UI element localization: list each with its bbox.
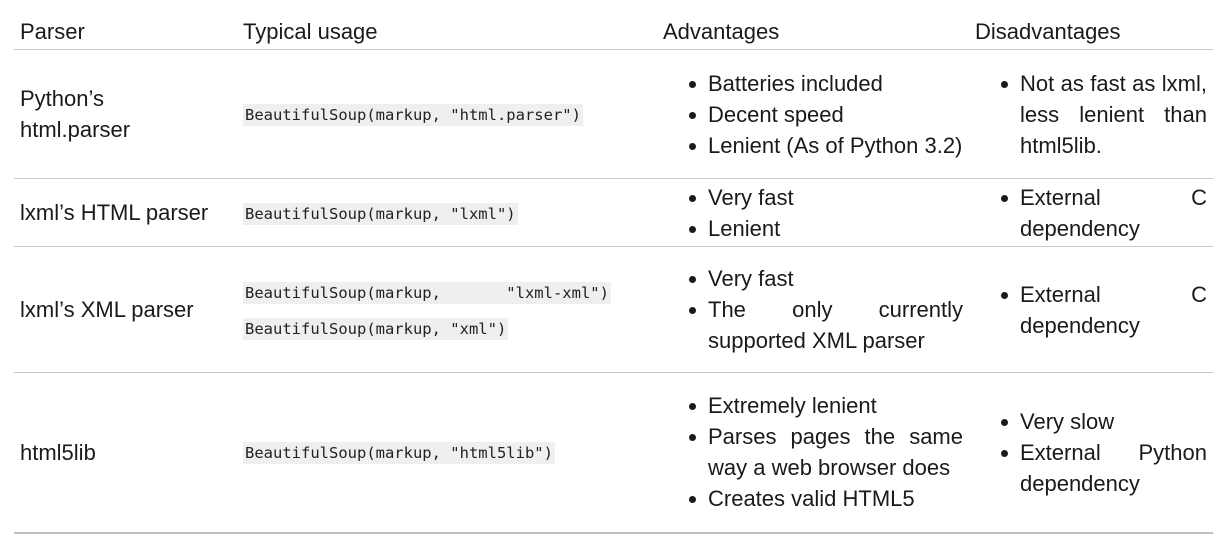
usage-code: BeautifulSoup(markup, "xml") — [243, 317, 509, 340]
disadvantages-list: External C dependency — [975, 279, 1207, 341]
advantages-cell: Very fast Lenient — [657, 178, 969, 247]
header-disadvantages: Disadvantages — [969, 13, 1213, 50]
table-row: lxml’s XML parser BeautifulSoup(markup, … — [14, 246, 1213, 373]
list-item: External Python dependency — [1001, 437, 1207, 499]
header-typical-usage: Typical usage — [237, 13, 657, 50]
advantages-list: Batteries included Decent speed Lenient … — [663, 68, 963, 161]
list-item: Not as fast as lxml, less lenient than h… — [1001, 68, 1207, 161]
usage-code: BeautifulSoup(markup, "lxml") — [243, 202, 518, 225]
usage-code: BeautifulSoup(markup, "html.parser") — [243, 104, 583, 126]
list-item: Creates valid HTML5 — [689, 483, 963, 514]
usage-cell: BeautifulSoup(markup, "lxml-xml") Beauti… — [237, 246, 657, 373]
list-item: Extremely lenient — [689, 390, 963, 421]
list-item: Lenient (As of Python 3.2) — [689, 130, 963, 161]
usage-cell: BeautifulSoup(markup, "html5lib") — [237, 372, 657, 534]
advantages-cell: Batteries included Decent speed Lenient … — [657, 49, 969, 179]
usage-code: BeautifulSoup(markup, "lxml-xml") — [243, 281, 611, 304]
table-row: Python’s html.parser BeautifulSoup(marku… — [14, 49, 1213, 179]
list-item: External C dependency — [1001, 182, 1207, 244]
usage-code: BeautifulSoup(markup, "html5lib") — [243, 442, 555, 465]
page: Parser Typical usage Advantages Disadvan… — [0, 0, 1222, 547]
advantages-list: Very fast Lenient — [663, 182, 963, 244]
list-item: Very fast — [689, 182, 963, 213]
advantages-list: Very fast The only currently supported X… — [663, 263, 963, 356]
table-row: lxml’s HTML parser BeautifulSoup(markup,… — [14, 178, 1213, 247]
disadvantages-list: External C dependency — [975, 182, 1207, 244]
disadvantages-list: Very slow External Python dependency — [975, 406, 1207, 499]
usage-cell: BeautifulSoup(markup, "lxml") — [237, 178, 657, 247]
list-item: Lenient — [689, 213, 963, 244]
list-item: Decent speed — [689, 99, 963, 130]
disadvantages-cell: External C dependency — [969, 246, 1213, 373]
list-item: The only currently supported XML parser — [689, 294, 963, 356]
list-item: Batteries included — [689, 68, 963, 99]
list-item: External C dependency — [1001, 279, 1207, 341]
advantages-cell: Extremely lenient Parses pages the same … — [657, 372, 969, 534]
parser-name: lxml’s HTML parser — [14, 178, 237, 247]
parser-comparison-table: Parser Typical usage Advantages Disadvan… — [14, 13, 1213, 534]
disadvantages-list: Not as fast as lxml, less lenient than h… — [975, 68, 1207, 161]
header-parser: Parser — [14, 13, 237, 50]
disadvantages-cell: Very slow External Python dependency — [969, 372, 1213, 534]
list-item: Parses pages the same way a web browser … — [689, 421, 963, 483]
header-advantages: Advantages — [657, 13, 969, 50]
advantages-list: Extremely lenient Parses pages the same … — [663, 390, 963, 514]
parser-name: Python’s html.parser — [14, 49, 237, 179]
disadvantages-cell: External C dependency — [969, 178, 1213, 247]
parser-name: html5lib — [14, 372, 237, 534]
disadvantages-cell: Not as fast as lxml, less lenient than h… — [969, 49, 1213, 179]
list-item: Very slow — [1001, 406, 1207, 437]
table-header-row: Parser Typical usage Advantages Disadvan… — [14, 13, 1213, 50]
advantages-cell: Very fast The only currently supported X… — [657, 246, 969, 373]
parser-name: lxml’s XML parser — [14, 246, 237, 373]
usage-cell: BeautifulSoup(markup, "html.parser") — [237, 49, 657, 179]
list-item: Very fast — [689, 263, 963, 294]
table-row: html5lib BeautifulSoup(markup, "html5lib… — [14, 372, 1213, 534]
